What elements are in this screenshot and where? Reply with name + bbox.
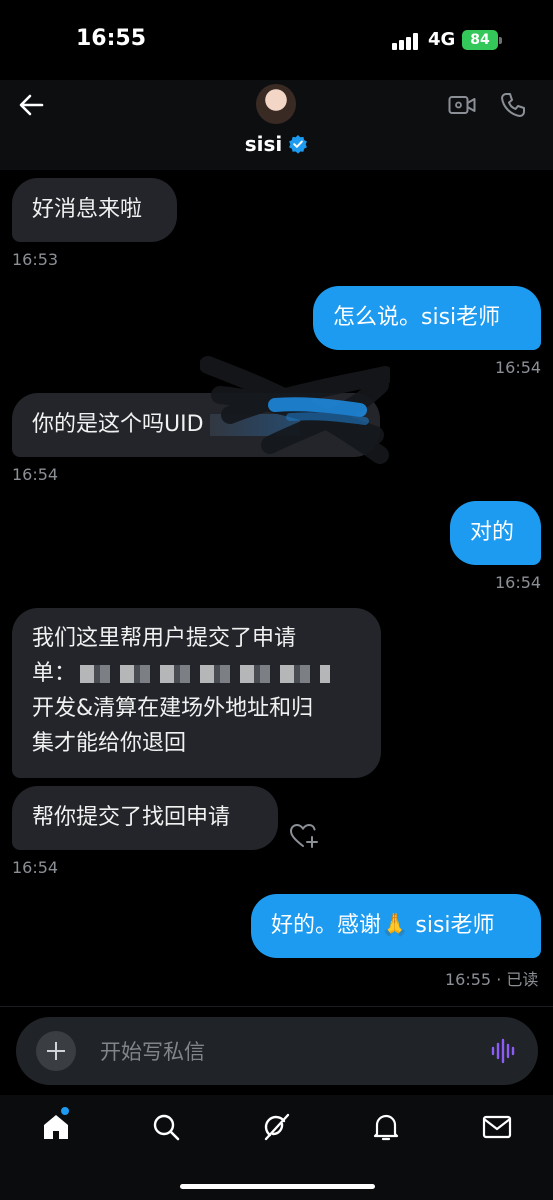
message-timestamp-read: 16:55 · 已读 xyxy=(445,970,539,989)
video-camera-icon[interactable] xyxy=(448,94,476,116)
avatar[interactable] xyxy=(256,84,296,124)
message-text: 开发&清算在建场外地址和归 xyxy=(32,696,314,721)
message-timestamp: 16:54 xyxy=(495,573,542,592)
message-text: 怎么说。sisi老师 xyxy=(333,305,501,330)
back-arrow-icon[interactable] xyxy=(16,90,46,120)
home-icon[interactable] xyxy=(40,1111,72,1143)
redaction-scribble xyxy=(200,356,390,464)
bell-icon[interactable] xyxy=(370,1111,402,1143)
message-text: 好的。感谢🙏 sisi老师 xyxy=(271,913,495,938)
contact-name: sisi xyxy=(244,132,283,156)
message-text: 好消息来啦 xyxy=(32,197,143,222)
redacted-address xyxy=(80,665,331,683)
battery-level: 84 xyxy=(462,30,498,50)
message-text: 对的 xyxy=(470,520,515,545)
home-indicator xyxy=(180,1184,375,1189)
message-text: 你的是这个吗UID xyxy=(32,412,204,437)
message-bubble-outgoing[interactable]: 好的。感谢🙏 sisi老师 xyxy=(251,894,541,958)
heart-plus-icon[interactable] xyxy=(289,822,319,850)
message-bubble-outgoing[interactable]: 对的 xyxy=(450,501,541,565)
message-composer[interactable] xyxy=(16,1017,538,1085)
plus-icon[interactable] xyxy=(36,1031,76,1071)
message-text: 集才能给你退回 xyxy=(32,731,187,756)
phone-icon[interactable] xyxy=(500,92,526,118)
message-text: 我们这里帮用户提交了申请 xyxy=(32,626,297,651)
message-timestamp: 16:54 xyxy=(12,858,59,877)
voice-waveform-icon[interactable] xyxy=(490,1037,518,1065)
grok-icon[interactable] xyxy=(260,1111,292,1143)
signal-strength-icon xyxy=(392,32,420,50)
search-icon[interactable] xyxy=(150,1111,182,1143)
message-bubble-incoming[interactable]: 我们这里帮用户提交了申请 单： 开发&清算在建场外地址和归 集才能给你退回 xyxy=(12,608,381,778)
verified-badge-icon xyxy=(289,135,308,154)
message-bubble-incoming[interactable]: 帮你提交了找回申请 xyxy=(12,786,278,850)
message-input[interactable] xyxy=(98,1035,432,1069)
battery-tip xyxy=(499,37,502,44)
network-type: 4G xyxy=(428,29,456,50)
message-text: 帮你提交了找回申请 xyxy=(32,805,231,830)
contact-name-row[interactable]: sisi xyxy=(0,132,553,156)
message-timestamp: 16:53 xyxy=(12,250,59,269)
status-time: 16:55 xyxy=(76,26,147,51)
message-bubble-outgoing[interactable]: 怎么说。sisi老师 xyxy=(313,286,541,350)
divider xyxy=(0,1006,553,1007)
message-timestamp: 16:54 xyxy=(495,358,542,377)
mail-icon[interactable] xyxy=(481,1111,513,1143)
message-text-line: 单： xyxy=(32,656,361,691)
notification-dot xyxy=(61,1107,69,1115)
message-bubble-incoming[interactable]: 好消息来啦 xyxy=(12,178,177,242)
status-bar: 16:55 4G 84 xyxy=(0,0,553,80)
message-timestamp: 16:54 xyxy=(12,465,59,484)
